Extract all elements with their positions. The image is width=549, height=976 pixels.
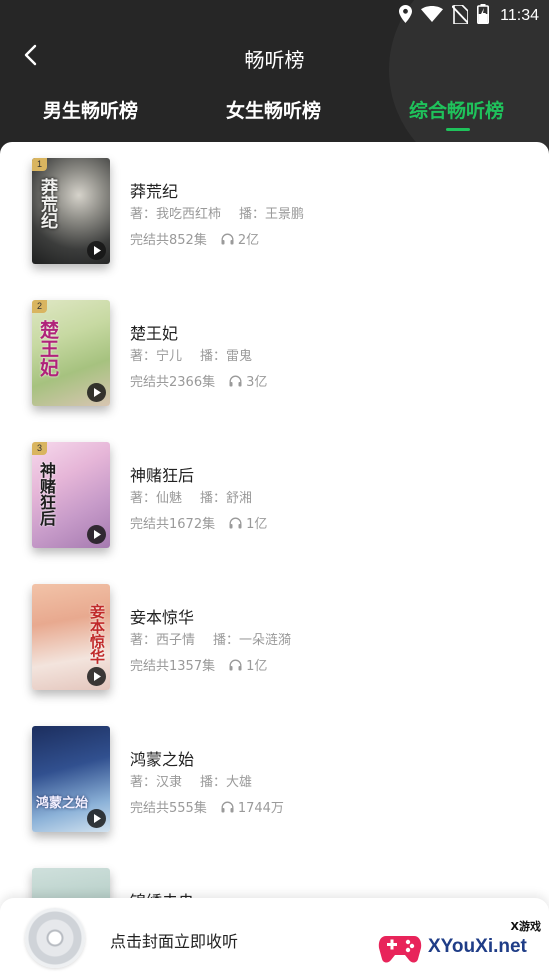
play-count: 1亿	[246, 659, 268, 674]
book-narrator: 一朵涟漪	[239, 633, 292, 648]
narrator-label: 播：	[200, 491, 227, 506]
play-icon[interactable]	[87, 809, 106, 828]
headphones-icon	[229, 517, 242, 529]
book-meta: 著：宁儿 播：雷鬼	[130, 345, 252, 364]
nav-bar: 畅听榜	[0, 34, 549, 80]
book-meta: 著：汉隶 播：大雄	[130, 771, 252, 790]
book-meta: 著：西子情 播：一朵涟漪	[130, 629, 291, 648]
headphones-icon	[229, 375, 242, 387]
episode-count: 完结共2366集	[130, 375, 216, 390]
watermark-tag: X游戏	[510, 920, 541, 933]
play-count: 2亿	[237, 233, 260, 248]
list-item[interactable]: 莽荒纪 1 莽荒纪 著：我吃西红柿 播：王景鹏 完结共852集 2亿	[0, 142, 549, 264]
play-count: 3亿	[246, 375, 268, 390]
book-author: 宁儿	[156, 349, 183, 364]
status-bar: 11:34	[0, 0, 549, 32]
author-label: 著：	[130, 207, 157, 222]
book-stats: 完结共2366集 3亿	[130, 371, 267, 390]
cover-title: 莽荒纪	[37, 178, 57, 229]
cover-title: 楚王妃	[37, 320, 59, 377]
headphones-icon	[221, 801, 234, 813]
rank-badge: 2	[32, 300, 47, 313]
watermark: X游戏 XYouXi.net	[372, 916, 549, 976]
play-count: 1744万	[237, 801, 284, 816]
headphones-icon	[221, 233, 234, 245]
status-time: 11:34	[500, 7, 539, 24]
play-count: 1亿	[246, 517, 268, 532]
book-cover[interactable]: 楚王妃 2	[32, 300, 110, 406]
play-icon[interactable]	[87, 383, 106, 402]
book-stats: 完结共555集 1744万	[130, 797, 284, 816]
book-author: 汉隶	[156, 775, 183, 790]
narrator-label: 播：	[200, 775, 227, 790]
book-narrator: 舒湘	[226, 491, 253, 506]
cover-title: 鸿蒙之始	[36, 796, 89, 811]
cover-title: 神赌狂后	[37, 462, 56, 526]
page-title: 畅听榜	[244, 48, 305, 72]
book-title: 妾本惊华	[130, 608, 195, 627]
no-sim-icon	[451, 3, 469, 28]
book-cover[interactable]: 神赌狂后 3	[32, 442, 110, 548]
author-label: 著：	[130, 491, 157, 506]
episode-count: 完结共1357集	[130, 659, 216, 674]
rank-badge: 1	[32, 158, 47, 171]
book-cover[interactable]: 莽荒纪 1	[32, 158, 110, 264]
book-stats: 完结共852集 2亿	[130, 229, 259, 248]
play-icon[interactable]	[87, 241, 106, 260]
ranking-list: 莽荒纪 1 莽荒纪 著：我吃西红柿播：王景鹏 完结共852集 2亿 楚王妃 2	[0, 142, 549, 976]
rank-badge: 3	[32, 442, 47, 455]
narrator-label: 播：	[239, 207, 266, 222]
list-item[interactable]: 鸿蒙之始 鸿蒙之始 著：汉隶 播：大雄 完结共555集 1744万	[0, 710, 549, 832]
tab-male[interactable]: 男生畅听榜	[43, 96, 138, 123]
episode-count: 完结共555集	[130, 801, 207, 816]
tab-active-indicator	[446, 128, 470, 131]
narrator-label: 播：	[200, 349, 227, 364]
battery-charging-icon	[477, 4, 490, 28]
book-narrator: 雷鬼	[226, 349, 253, 364]
book-meta: 著：仙魅 播：舒湘	[130, 487, 252, 506]
book-cover[interactable]: 鸿蒙之始	[32, 726, 110, 832]
tab-overall[interactable]: 综合畅听榜	[409, 96, 504, 123]
book-stats: 完结共1672集 1亿	[130, 513, 267, 532]
episode-count: 完结共1672集	[130, 517, 216, 532]
tab-female[interactable]: 女生畅听榜	[226, 96, 321, 123]
list-item[interactable]: 楚王妃 2 楚王妃 著：宁儿 播：雷鬼 完结共2366集 3亿	[0, 284, 549, 406]
tab-bar: 男生畅听榜 女生畅听榜 综合畅听榜	[0, 96, 549, 136]
narrator-label: 播：	[213, 633, 240, 648]
header: 11:34 畅听榜 男生畅听榜 女生畅听榜 综合畅听榜	[0, 0, 549, 150]
location-icon	[399, 5, 413, 27]
author-label: 著：	[130, 633, 157, 648]
episode-count: 完结共852集	[130, 233, 207, 248]
list-item[interactable]: 神赌狂后 3 神赌狂后 著：仙魅 播：舒湘 完结共1672集 1亿	[0, 426, 549, 548]
book-title: 莽荒纪	[130, 182, 179, 201]
book-narrator: 王景鹏	[265, 207, 305, 222]
cover-title: 妾本惊华	[88, 604, 106, 664]
watermark-brand: XYouXi.net	[428, 936, 527, 957]
headphones-icon	[229, 659, 242, 671]
book-author: 我吃西红柿	[156, 207, 222, 222]
play-icon[interactable]	[87, 667, 106, 686]
book-meta: 著：我吃西红柿 播：王景鹏	[130, 203, 304, 222]
gamepad-logo-icon	[378, 928, 422, 966]
book-stats: 完结共1357集 1亿	[130, 655, 267, 674]
author-label: 著：	[130, 349, 157, 364]
book-author: 西子情	[156, 633, 196, 648]
play-icon[interactable]	[87, 525, 106, 544]
book-title: 楚王妃	[130, 324, 179, 343]
author-label: 著：	[130, 775, 157, 790]
player-hint: 点击封面立即收听	[110, 932, 239, 951]
book-title: 神赌狂后	[130, 466, 195, 485]
book-narrator: 大雄	[226, 775, 253, 790]
disc-icon[interactable]	[25, 908, 85, 968]
book-cover[interactable]: 妾本惊华	[32, 584, 110, 690]
list-item[interactable]: 妾本惊华 妾本惊华 著：西子情 播：一朵涟漪 完结共1357集 1亿	[0, 568, 549, 690]
wifi-icon	[421, 6, 444, 26]
book-author: 仙魅	[156, 491, 183, 506]
book-title: 鸿蒙之始	[130, 750, 195, 769]
